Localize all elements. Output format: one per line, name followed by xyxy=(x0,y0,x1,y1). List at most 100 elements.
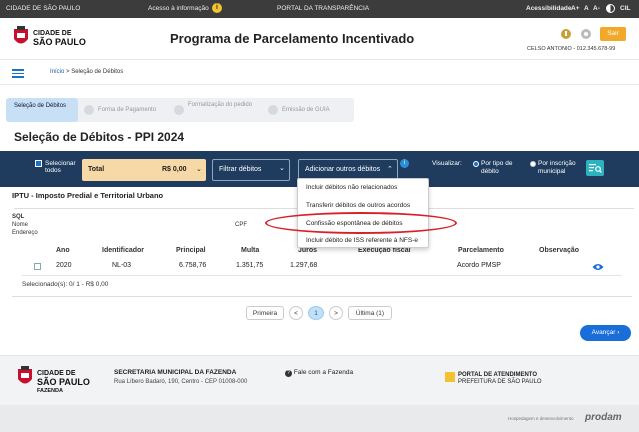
info-icon[interactable]: i xyxy=(400,159,409,168)
secretaria-address: Rua Líbero Badaró, 190, Centro - CEP 010… xyxy=(114,379,248,385)
view-label: Visualizar: xyxy=(432,160,462,167)
cil-link[interactable]: CIL xyxy=(620,5,630,12)
coat-of-arms-icon xyxy=(14,26,28,44)
hosted-label: Hospedagem e desenvolvimento xyxy=(508,416,574,421)
chevron-up-icon: ⌃ xyxy=(387,166,393,173)
endereco-label: Endereço xyxy=(12,230,38,236)
nome-label: Nome xyxy=(12,222,29,228)
header: CIDADE DE SÃO PAULO Programa de Parcelam… xyxy=(0,18,639,60)
footer: CIDADE DE SÃO PAULO FAZENDA SECRETARIA M… xyxy=(0,355,639,405)
info-icon: i xyxy=(212,3,222,13)
step-label: Emissão de GUIA xyxy=(282,107,330,113)
page-header-title: Programa de Parcelamento Incentivado xyxy=(170,31,415,46)
pagination-next[interactable]: > xyxy=(329,306,343,320)
bottom-bar: Hospedagem e desenvolvimento prodam xyxy=(0,405,639,432)
breadcrumb: Início > Seleção de Débitos xyxy=(50,69,123,75)
breadcrumb-separator: > xyxy=(66,69,70,75)
filter-label: Filtrar débitos xyxy=(219,166,262,173)
city-link[interactable]: CIDADE DE SÃO PAULO xyxy=(6,5,80,12)
step-selecao[interactable]: Seleção de Débitos xyxy=(6,98,78,122)
view-type-label: Por tipo de débito xyxy=(481,160,513,175)
pagination-prev[interactable]: < xyxy=(289,306,303,320)
view-inscription-label: Por inscrição municipal xyxy=(538,160,576,175)
cell-ano: 2020 xyxy=(56,262,72,269)
menu-item-transferir-acordos[interactable]: Transferir débitos de outros acordos xyxy=(306,202,410,209)
secretaria-name: SECRETARIA MUNICIPAL DA FAZENDA xyxy=(114,369,237,376)
step-label: Formalização do pedido xyxy=(188,102,253,108)
footer-logo-line-3: FAZENDA xyxy=(37,388,63,394)
contact-link[interactable]: ? Fale com a Fazenda xyxy=(285,369,353,377)
step-label: Seleção de Débitos xyxy=(14,103,67,109)
cell-identificador: NL-03 xyxy=(112,262,132,269)
chevron-right-icon: › xyxy=(617,329,620,336)
col-execucao: Execução fiscal xyxy=(358,247,411,254)
advance-button[interactable]: Avançar › xyxy=(580,325,631,341)
add-debts-label: Adicionar outros débitos xyxy=(305,166,381,173)
list-search-icon xyxy=(589,164,602,173)
property-info: SQL Nome Endereço xyxy=(12,213,38,237)
total-value: R$ 0,00 xyxy=(162,166,187,173)
help-icon: ? xyxy=(285,370,292,377)
chevron-down-icon: ⌄ xyxy=(279,165,285,172)
logout-button[interactable]: Sair xyxy=(600,27,626,41)
select-all-checkbox[interactable] xyxy=(35,160,42,167)
breadcrumb-bar: Início > Seleção de Débitos xyxy=(0,61,639,85)
coat-of-arms-icon xyxy=(18,366,32,384)
table-row: 2020 NL-03 6.758,76 1.351,75 1.297,68 Ac… xyxy=(22,262,622,276)
col-multa: Multa xyxy=(241,247,260,254)
step-label: Forma de Pagamento xyxy=(98,107,157,113)
menu-icon[interactable] xyxy=(12,69,24,78)
access-info-link[interactable]: Acesso à informação xyxy=(148,5,209,12)
select-all-label: Selecionar todos xyxy=(45,160,76,174)
pagination-last[interactable]: Última (1) xyxy=(348,306,392,320)
highlight-annotation xyxy=(265,212,457,234)
service-portal-logo[interactable]: PORTAL DE ATENDIMENTO PREFEITURA DE SÃO … xyxy=(445,372,542,386)
menu-item-iss-nfse[interactable]: Incluir débito de ISS referente à NFS-e xyxy=(306,237,418,244)
filter-debts-dropdown[interactable]: Filtrar débitos ⌄ xyxy=(212,159,290,181)
prodam-logo: prodam xyxy=(585,412,622,423)
col-parcelamento: Parcelamento xyxy=(458,247,504,254)
col-identificador: Identificador xyxy=(102,247,145,254)
accessibility-label[interactable]: Acessibilidade xyxy=(526,5,572,12)
notifications-icon[interactable] xyxy=(560,28,572,40)
divider xyxy=(12,296,632,297)
row-checkbox[interactable] xyxy=(34,263,41,270)
step-number-icon xyxy=(174,105,184,115)
cpf-label: CPF xyxy=(235,222,247,228)
col-juros: Juros xyxy=(298,247,318,254)
pagination-current[interactable]: 1 xyxy=(308,306,324,320)
logo-line-2: SÃO PAULO xyxy=(33,37,86,47)
view-details-icon[interactable] xyxy=(592,263,604,271)
step-formalizacao: Formalização do pedido xyxy=(174,98,274,122)
total-label: Total xyxy=(88,166,105,173)
portal-badge-icon xyxy=(445,372,455,382)
breadcrumb-home[interactable]: Início xyxy=(50,69,64,75)
settings-icon[interactable] xyxy=(580,28,592,40)
step-number-icon xyxy=(84,105,94,115)
view-type-radio[interactable] xyxy=(473,161,479,167)
menu-item-incluir-nao-relacionados[interactable]: Incluir débitos não relacionados xyxy=(306,184,397,191)
total-display[interactable]: Total R$ 0,00 ⌄ xyxy=(82,159,206,181)
cell-juros: 1.297,68 xyxy=(290,262,318,269)
top-bar: CIDADE DE SÃO PAULO Acesso à informação … xyxy=(0,0,639,18)
view-inscription-radio[interactable] xyxy=(530,161,536,167)
view-mode-button[interactable] xyxy=(586,160,604,176)
pagination-first[interactable]: Primeira xyxy=(246,306,284,320)
iptu-section-title: IPTU - Imposto Predial e Territorial Urb… xyxy=(12,191,164,200)
selection-summary: Selecionado(s): 0/ 1 - R$ 0,00 xyxy=(22,281,109,288)
progress-stepper: Seleção de Débitos Forma de Pagamento Fo… xyxy=(6,98,354,122)
font-normal-button[interactable]: A xyxy=(584,5,589,12)
font-plus-button[interactable]: A+ xyxy=(571,5,580,12)
cell-multa: 1.351,75 xyxy=(236,262,264,269)
contrast-icon[interactable] xyxy=(606,4,615,13)
font-minus-button[interactable]: A- xyxy=(593,5,600,12)
table-header: Ano Identificador Principal Multa Juros … xyxy=(22,247,622,259)
sql-label: SQL xyxy=(12,214,25,220)
step-emissao-guia: Emissão de GUIA xyxy=(268,98,354,122)
cell-parcelamento: Acordo PMSP xyxy=(457,262,501,269)
advance-label: Avançar xyxy=(591,329,616,336)
transparency-link[interactable]: PORTAL DA TRANSPARÊNCIA xyxy=(277,5,369,12)
step-forma-pagamento: Forma de Pagamento xyxy=(84,98,174,122)
contact-label: Fale com a Fazenda xyxy=(293,369,354,376)
page-title: Seleção de Débitos - PPI 2024 xyxy=(14,130,185,144)
